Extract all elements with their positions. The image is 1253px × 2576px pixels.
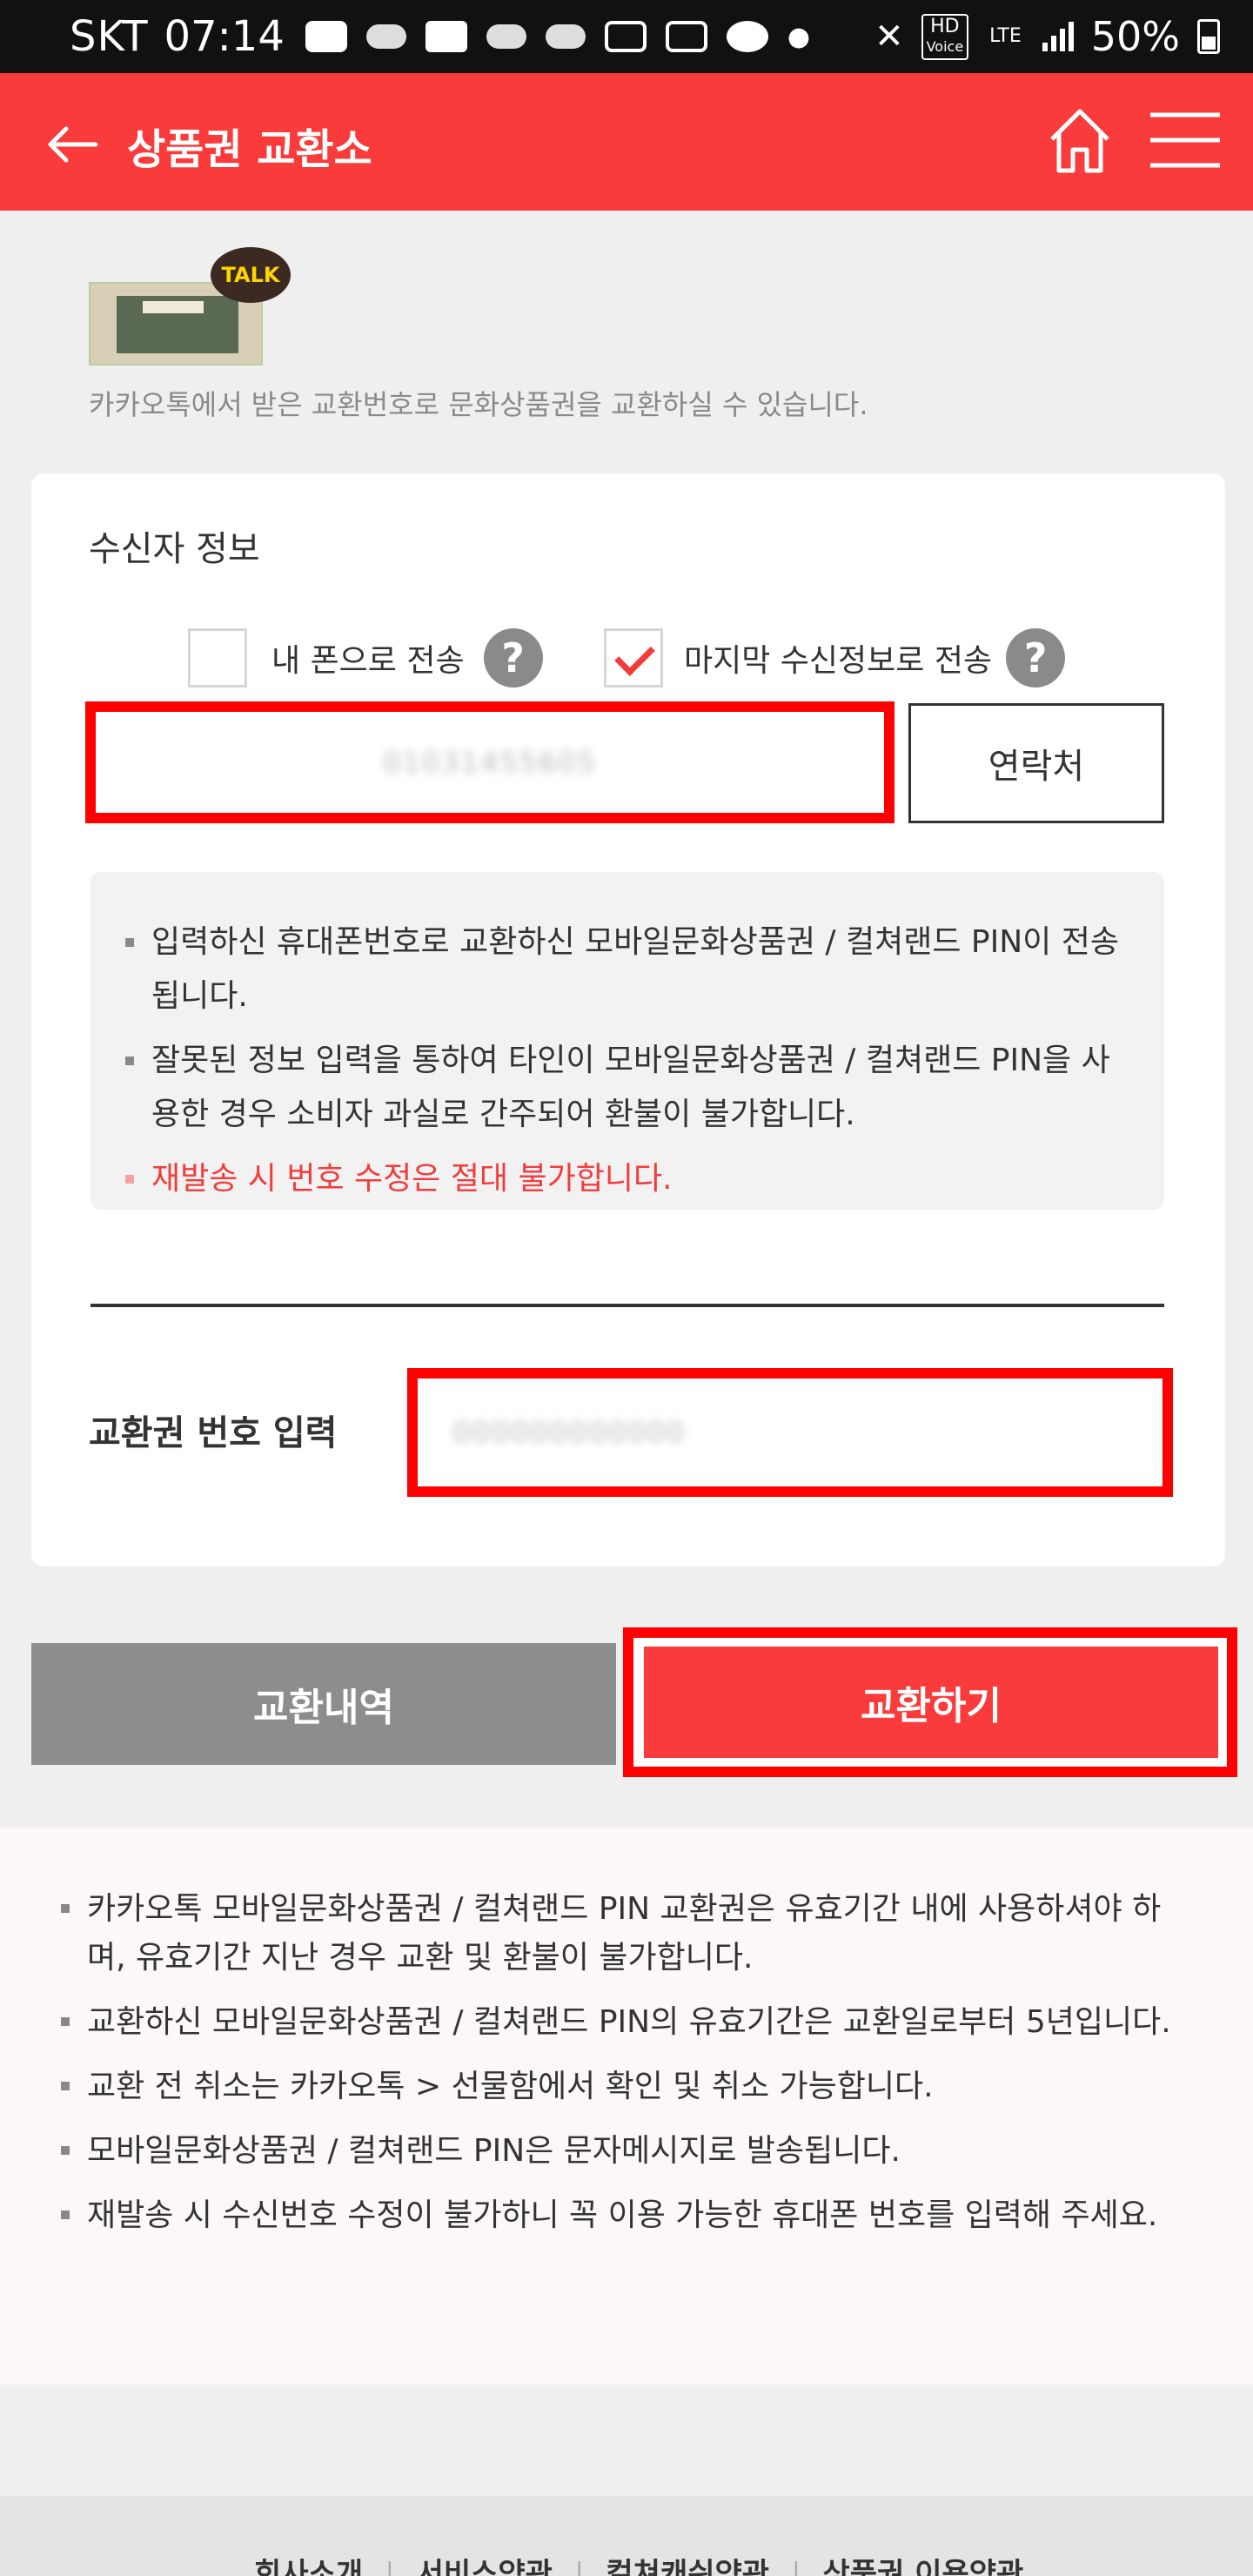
info-section: 카카오톡 모바일문화상품권 / 컬쳐랜드 PIN 교환권은 유효기간 내에 사용… bbox=[0, 1828, 1253, 2385]
talk-badge-icon: TALK bbox=[211, 247, 291, 303]
battery-icon bbox=[1197, 19, 1220, 54]
mail-icon bbox=[604, 21, 647, 52]
status-bar: SKT 07:14 ● ✕ HD Voice LTE 50% bbox=[0, 0, 1253, 73]
cloud-icon bbox=[486, 24, 526, 49]
cloud-upload-icon bbox=[545, 24, 586, 49]
footer-link-cash-terms[interactable]: 컬쳐캐쉬약관 bbox=[606, 2550, 769, 2576]
home-icon[interactable] bbox=[1048, 106, 1112, 174]
my-phone-label: 내 폰으로 전송 bbox=[271, 643, 465, 679]
voucher-number-label: 교환권 번호 입력 bbox=[89, 1413, 338, 1453]
dot-icon: ● bbox=[787, 21, 811, 52]
info-item: 교환 전 취소는 카카오톡 > 선물함에서 확인 및 취소 가능합니다. bbox=[61, 2063, 1192, 2111]
footer: 회사소개 | 서비스약관 | 컬쳐캐쉬약관 | 상품권 이용약관 bbox=[0, 2496, 1253, 2576]
footer-link-voucher-terms[interactable]: 상품권 이용약관 bbox=[823, 2550, 1024, 2576]
notice-box: 입력하신 휴대폰번호로 교환하신 모바일문화상품권 / 컬쳐랜드 PIN이 전송… bbox=[90, 872, 1164, 1210]
phone-number-input[interactable]: 01031455605 bbox=[85, 701, 895, 823]
footer-separator: | bbox=[574, 2557, 584, 2576]
page-title: 상품권 교환소 bbox=[127, 125, 372, 174]
exchange-history-button[interactable]: 교환내역 bbox=[31, 1643, 616, 1765]
phone-number-value: 01031455605 bbox=[383, 746, 597, 779]
my-phone-checkbox[interactable] bbox=[188, 628, 247, 688]
info-item: 카카오톡 모바일문화상품권 / 컬쳐랜드 PIN 교환권은 유효기간 내에 사용… bbox=[61, 1885, 1192, 1982]
option-last-info[interactable]: 마지막 수신정보로 전송 ? bbox=[604, 627, 1066, 689]
app-header: 상품권 교환소 bbox=[0, 73, 1253, 211]
notice-item: 잘못된 정보 입력을 통하여 타인이 모바일문화상품권 / 컬쳐랜드 PIN을 … bbox=[125, 1034, 1129, 1142]
recipient-section-title: 수신자 정보 bbox=[89, 529, 260, 569]
help-icon[interactable]: ? bbox=[1006, 628, 1066, 688]
notification-icons: ● bbox=[305, 21, 810, 52]
kakaotalk-icon bbox=[425, 21, 467, 52]
cloud-icon bbox=[365, 24, 406, 49]
voucher-number-input[interactable]: 000000000000 bbox=[407, 1368, 1173, 1497]
gift-card-image: TALK bbox=[89, 247, 291, 369]
talk-bubble-icon bbox=[726, 21, 768, 52]
footer-links: 회사소개 | 서비스약관 | 컬쳐캐쉬약관 | 상품권 이용약관 bbox=[254, 2550, 1023, 2576]
info-item: 교환하신 모바일문화상품권 / 컬쳐랜드 PIN의 유효기간은 교환일로부터 5… bbox=[61, 1998, 1192, 2047]
mute-icon: ✕ bbox=[874, 17, 904, 57]
divider bbox=[90, 1304, 1164, 1307]
signal-icon bbox=[1042, 22, 1074, 51]
option-my-phone[interactable]: 내 폰으로 전송 ? bbox=[188, 627, 543, 689]
help-icon[interactable]: ? bbox=[483, 628, 543, 688]
info-item: 모바일문화상품권 / 컬쳐랜드 PIN은 문자메시지로 발송됩니다. bbox=[61, 2127, 1192, 2176]
youtube-icon bbox=[305, 21, 347, 52]
footer-separator: | bbox=[792, 2557, 801, 2576]
footer-separator: | bbox=[385, 2557, 394, 2576]
hd-voice-icon: HD Voice bbox=[921, 13, 969, 60]
lte-icon: LTE bbox=[989, 25, 1022, 47]
clock: 07:14 bbox=[164, 12, 285, 61]
voucher-number-value: 000000000000 bbox=[452, 1416, 687, 1449]
intro-description: 카카오톡에서 받은 교환번호로 문화상품권을 교환하실 수 있습니다. bbox=[89, 388, 868, 421]
footer-link-company[interactable]: 회사소개 bbox=[254, 2550, 363, 2576]
contacts-button[interactable]: 연락처 bbox=[908, 703, 1164, 823]
battery-percent: 50% bbox=[1090, 13, 1180, 60]
notice-warning: 재발송 시 번호 수정은 절대 불가합니다. bbox=[125, 1152, 1129, 1206]
recipient-card: 수신자 정보 내 폰으로 전송 ? 마지막 수신정보로 전송 ? 0103145… bbox=[31, 473, 1225, 1566]
info-item: 재발송 시 수신번호 수정이 불가하니 꼭 이용 가능한 휴대폰 번호를 입력해… bbox=[61, 2191, 1192, 2240]
footer-link-terms[interactable]: 서비스약관 bbox=[417, 2550, 553, 2576]
last-info-label: 마지막 수신정보로 전송 bbox=[684, 643, 993, 679]
carrier-label: SKT bbox=[70, 12, 149, 61]
system-icons: ✕ HD Voice LTE 50% bbox=[874, 13, 1220, 60]
video-icon bbox=[665, 21, 707, 52]
back-arrow-icon[interactable] bbox=[44, 117, 99, 172]
menu-icon[interactable] bbox=[1149, 111, 1222, 169]
notice-item: 입력하신 휴대폰번호로 교환하신 모바일문화상품권 / 컬쳐랜드 PIN이 전송… bbox=[125, 916, 1129, 1023]
last-info-checkbox[interactable] bbox=[604, 628, 663, 688]
exchange-button[interactable]: 교환하기 bbox=[644, 1647, 1218, 1758]
